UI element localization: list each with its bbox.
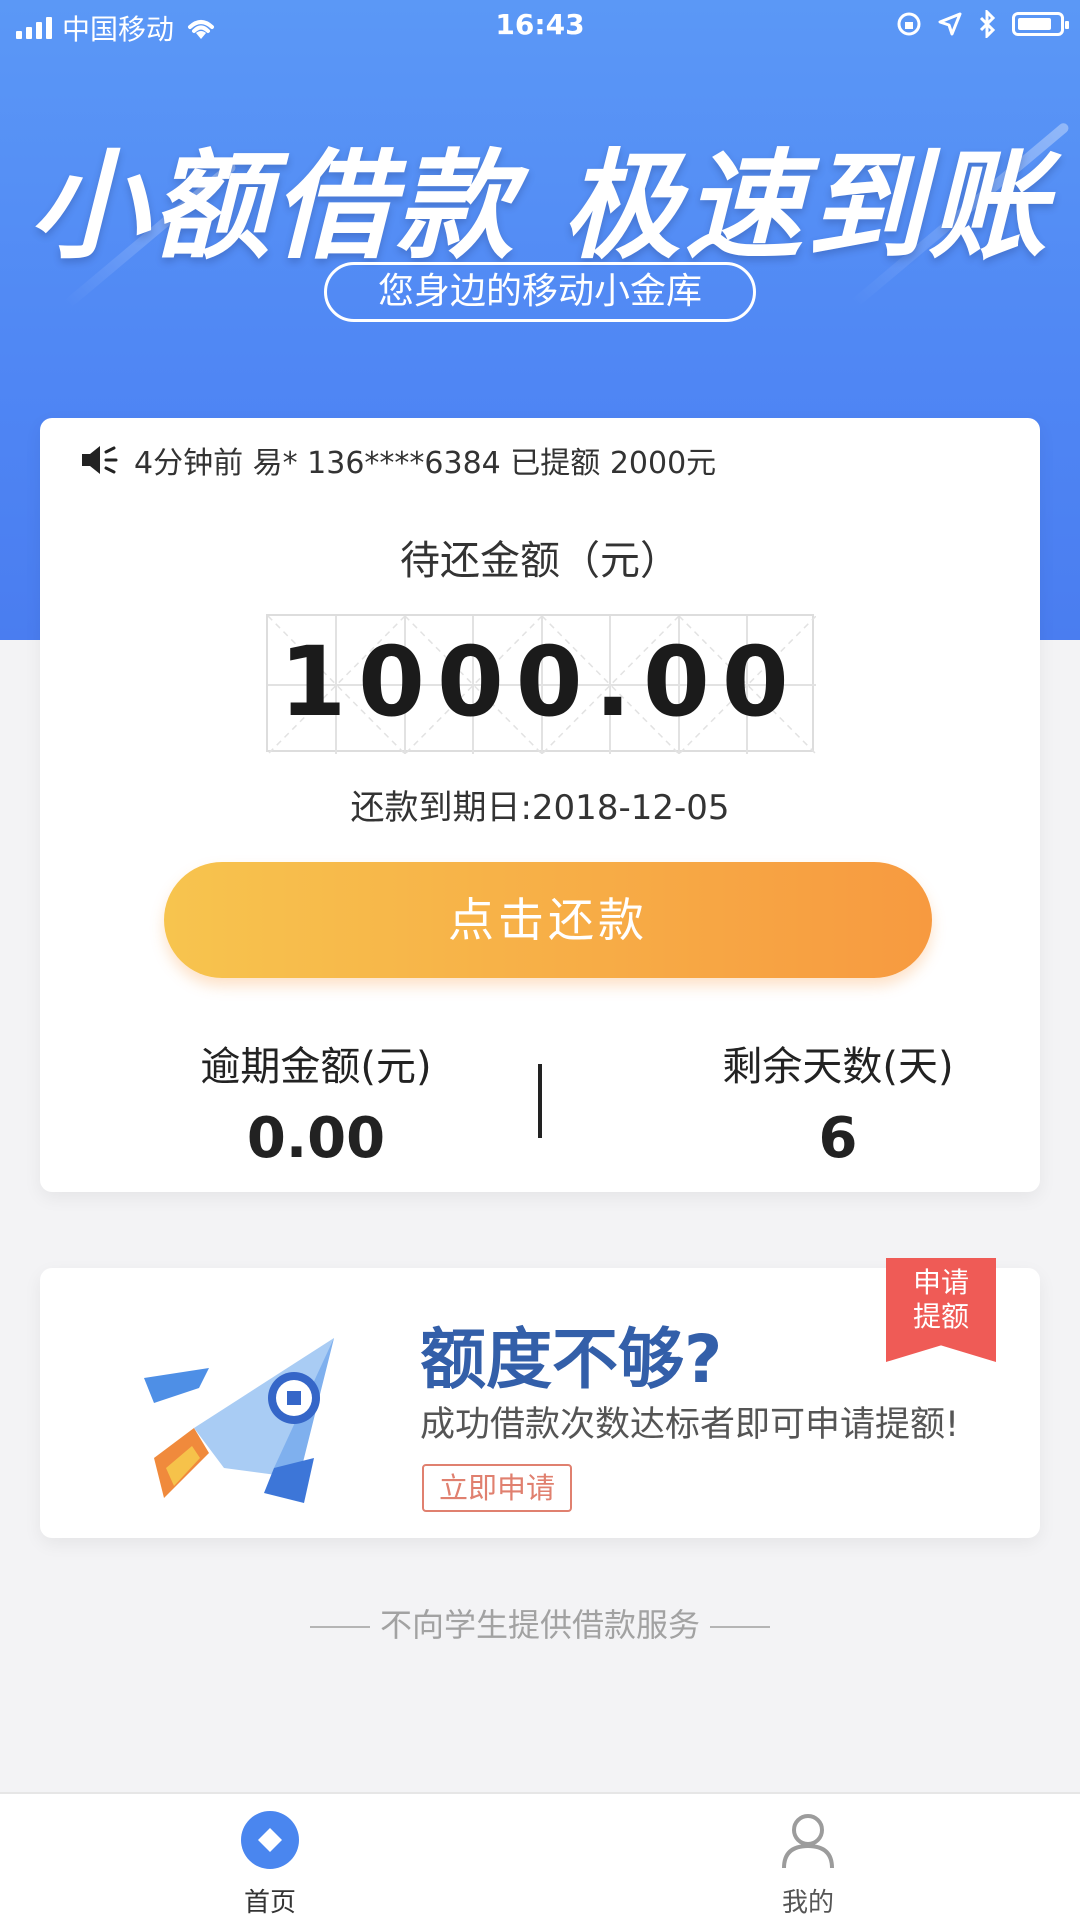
days-value: 6 — [818, 1106, 858, 1171]
promo-subtitle: 成功借款次数达标者即可申请提额! — [420, 1405, 960, 1445]
footer-notice: 不向学生提供借款服务 — [0, 1600, 1080, 1646]
tab-home-label: 首页 — [243, 1888, 296, 1918]
promo-card[interactable]: 额度不够? 成功借款次数达标者即可申请提额! 立即申请 申请提额 — [40, 1258, 1040, 1538]
due-date: 还款到期日:2018-12-05 — [350, 788, 730, 828]
due-amount-label: 待还金额（元） — [400, 538, 680, 584]
hero-subtitle: 您身边的移动小金库 — [324, 262, 756, 322]
overdue-stat: 逾期金额(元) 0.00 — [116, 1034, 516, 1171]
rocket-icon — [144, 1338, 334, 1503]
days-stat: 剩余天数(天) 6 — [638, 1034, 1038, 1171]
stat-divider — [538, 1064, 542, 1138]
rotation-lock-icon — [897, 12, 921, 36]
days-label: 剩余天数(天) — [722, 1044, 954, 1090]
overdue-value: 0.00 — [246, 1106, 386, 1171]
promo-title: 额度不够? — [420, 1321, 723, 1398]
tab-me[interactable]: 我的 — [708, 1810, 908, 1919]
speaker-icon — [82, 446, 118, 474]
battery-icon — [1012, 12, 1069, 36]
notice-text: 4分钟前 易* 136****6384 已提额 2000元 — [134, 446, 717, 481]
due-amount-value: 1000.00 — [279, 626, 801, 738]
tab-home[interactable]: 首页 — [170, 1810, 370, 1919]
user-icon — [782, 1814, 834, 1869]
tab-bar: 首页 我的 — [0, 1792, 1080, 1922]
bluetooth-icon — [979, 10, 996, 38]
repay-button[interactable]: 点击还款 — [164, 862, 932, 978]
apply-ribbon: 申请提额 — [886, 1258, 996, 1362]
amount-grid: 1000.00 — [266, 614, 816, 754]
ribbon-text: 申请提额 — [912, 1266, 969, 1333]
tab-me-label: 我的 — [781, 1888, 834, 1918]
location-icon — [938, 12, 962, 36]
repayment-card: 4分钟前 易* 136****6384 已提额 2000元 待还金额（元） 10 — [40, 418, 1040, 1192]
hero-title: 小额借款 极速到账 — [29, 137, 1051, 275]
footer-note-text: 不向学生提供借款服务 — [379, 1606, 700, 1644]
overdue-label: 逾期金额(元) — [200, 1044, 432, 1090]
home-icon — [241, 1811, 299, 1869]
status-right — [896, 10, 1069, 38]
apply-button[interactable]: 立即申请 — [422, 1464, 572, 1512]
notice-bar: 4分钟前 易* 136****6384 已提额 2000元 — [80, 438, 716, 482]
status-bar: 中国移动 16:43 — [0, 0, 1080, 54]
